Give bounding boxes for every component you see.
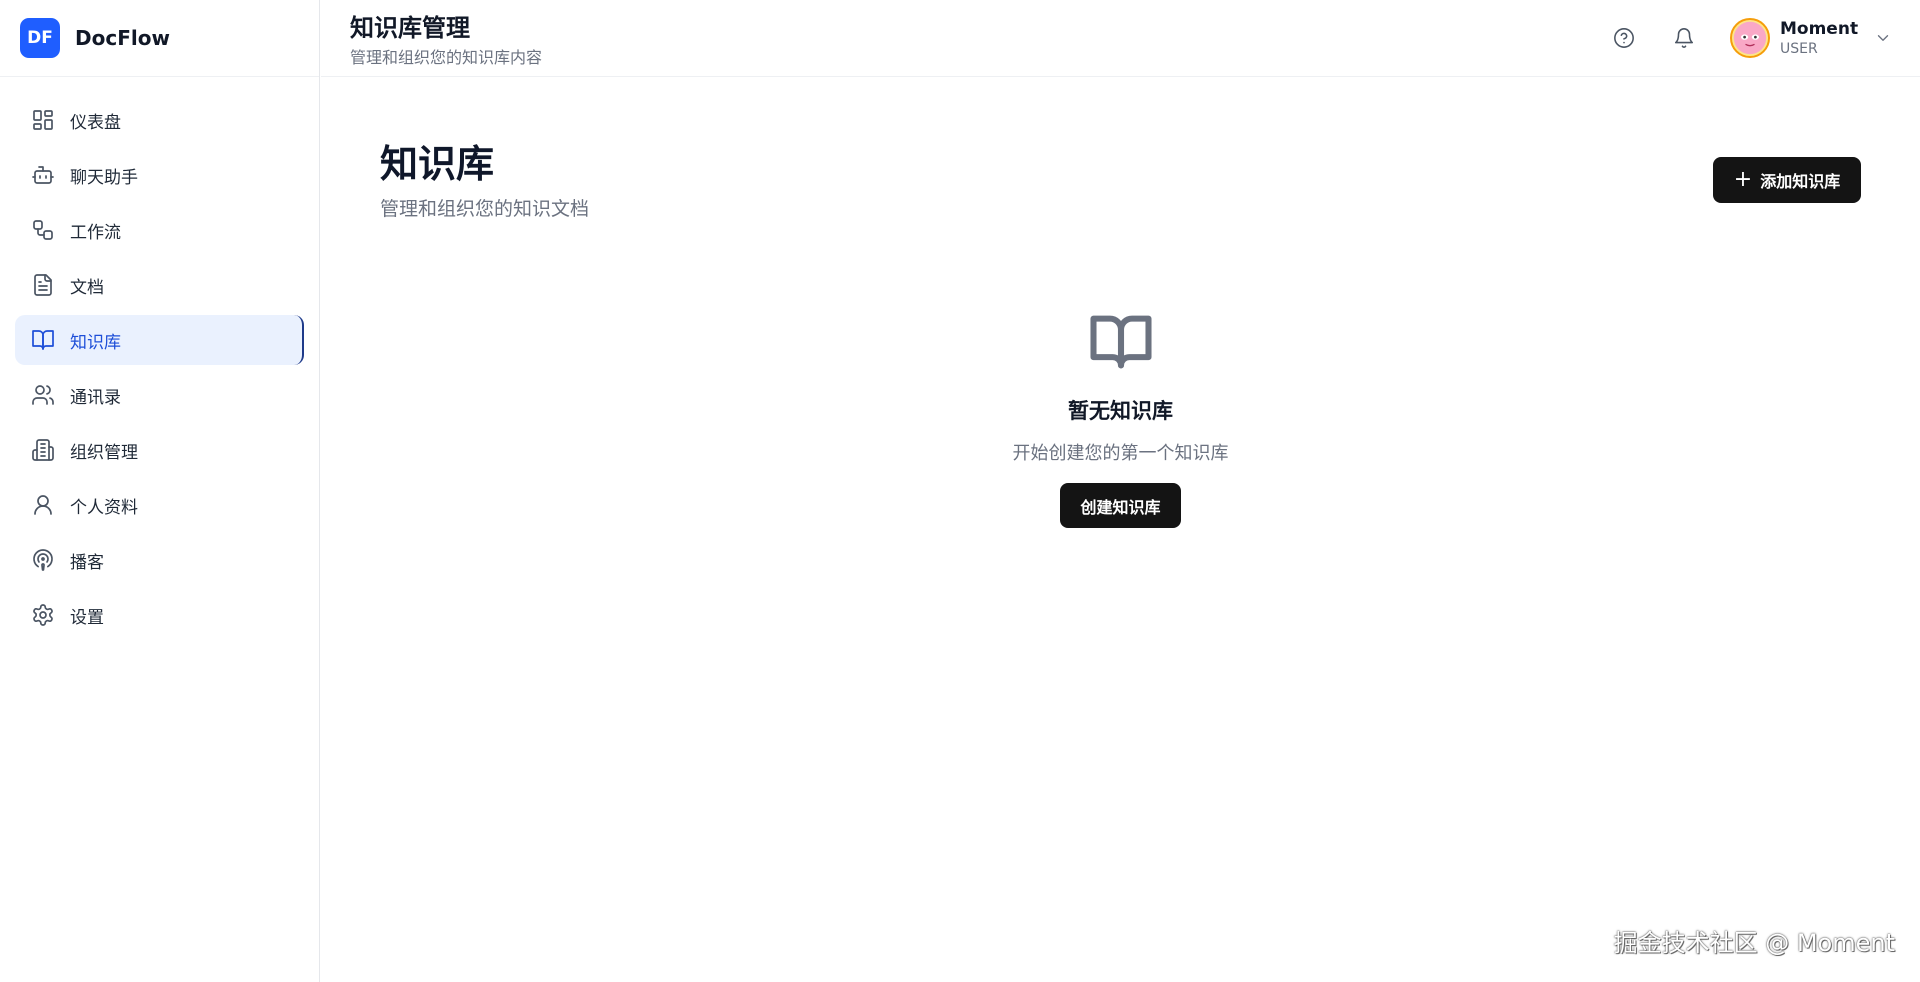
sidebar-item-label: 工作流 [70, 222, 121, 243]
users-icon [30, 382, 56, 408]
book-open-icon [1088, 313, 1154, 371]
sidebar-item-podcast[interactable]: 播客 [15, 535, 303, 585]
user-role: USER [1780, 41, 1818, 57]
avatar [1730, 18, 1770, 58]
create-knowledge-base-button[interactable]: 创建知识库 [1060, 483, 1181, 528]
sidebar-item-knowledge-base[interactable]: 知识库 [15, 315, 304, 365]
sidebar-item-label: 聊天助手 [70, 167, 138, 188]
user-name: Moment [1780, 19, 1859, 39]
bot-icon [30, 162, 56, 188]
sidebar-item-profile[interactable]: 个人资料 [15, 480, 303, 530]
bell-icon [1674, 28, 1694, 48]
gear-icon [30, 602, 56, 628]
sidebar-nav: 仪表盘 聊天助手 工作流 文档 知识库 通讯录 组织管理 个人资料 播客 设置 [0, 77, 319, 640]
plus-icon: + [1733, 167, 1753, 192]
notifications-button[interactable] [1668, 22, 1700, 54]
header-title: 知识库管理 [350, 14, 470, 42]
empty-state: 暂无知识库 开始创建您的第一个知识库 创建知识库 [321, 313, 1920, 528]
podcast-icon [30, 547, 56, 573]
sidebar-item-label: 个人资料 [70, 497, 138, 518]
sidebar-item-label: 通讯录 [70, 387, 121, 408]
main-content: 知识库 管理和组织您的知识文档 + 添加知识库 暂无知识库 开始创建您的第一个知… [321, 78, 1920, 982]
header-subtitle: 管理和组织您的知识库内容 [350, 48, 543, 67]
page-title: 知识库 [380, 142, 495, 186]
sidebar-item-label: 组织管理 [70, 442, 138, 463]
top-header: 知识库管理 管理和组织您的知识库内容 Moment USER [321, 0, 1920, 77]
dashboard-icon [30, 107, 56, 133]
chevron-down-icon [1874, 29, 1892, 47]
document-icon [30, 272, 56, 298]
sidebar-item-organization[interactable]: 组织管理 [15, 425, 303, 475]
app-window: DF DocFlow 仪表盘 聊天助手 工作流 文档 知识库 通讯录 组织管理 … [0, 0, 1920, 982]
sidebar-item-documents[interactable]: 文档 [15, 260, 303, 310]
sidebar-item-chat-assistant[interactable]: 聊天助手 [15, 150, 303, 200]
help-icon [1614, 28, 1634, 48]
brand-logo: DF [20, 18, 60, 58]
sidebar-item-dashboard[interactable]: 仪表盘 [15, 95, 303, 145]
user-icon [30, 492, 56, 518]
watermark: 掘金技术社区 @ Moment [1613, 929, 1895, 957]
sidebar-item-label: 仪表盘 [70, 112, 121, 133]
sidebar-item-label: 文档 [70, 277, 104, 298]
add-button-label: 添加知识库 [1760, 172, 1841, 191]
sidebar-item-settings[interactable]: 设置 [15, 590, 303, 640]
empty-state-subtitle: 开始创建您的第一个知识库 [1012, 443, 1229, 464]
brand[interactable]: DF DocFlow [0, 0, 319, 77]
building-icon [30, 437, 56, 463]
sidebar: DF DocFlow 仪表盘 聊天助手 工作流 文档 知识库 通讯录 组织管理 … [0, 0, 320, 982]
sidebar-item-contacts[interactable]: 通讯录 [15, 370, 303, 420]
brand-name: DocFlow [75, 26, 170, 50]
sidebar-item-label: 设置 [70, 607, 104, 628]
sidebar-item-workflow[interactable]: 工作流 [15, 205, 303, 255]
book-icon [30, 327, 56, 353]
workflow-icon [30, 217, 56, 243]
sidebar-item-label: 播客 [70, 552, 104, 573]
help-button[interactable] [1608, 22, 1640, 54]
empty-state-title: 暂无知识库 [1068, 399, 1173, 423]
page-subtitle: 管理和组织您的知识文档 [380, 198, 590, 220]
avatar-face-icon [1733, 21, 1767, 55]
add-knowledge-base-button[interactable]: + 添加知识库 [1713, 157, 1861, 203]
sidebar-item-label: 知识库 [70, 332, 121, 353]
user-menu[interactable]: Moment USER [1730, 14, 1892, 62]
user-info: Moment USER [1780, 18, 1858, 58]
